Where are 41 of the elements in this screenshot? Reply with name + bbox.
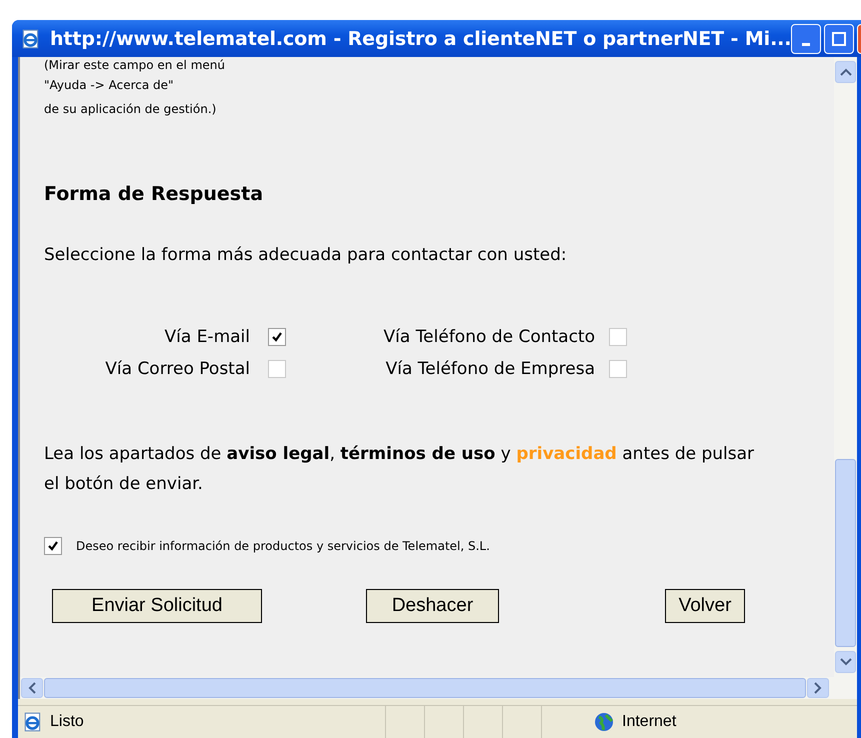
up-chevron-icon	[840, 68, 852, 76]
down-chevron-icon	[840, 658, 852, 666]
left-chevron-icon	[28, 682, 36, 694]
option-label: Vía Teléfono de Contacto	[382, 327, 595, 347]
minimize-icon	[802, 43, 810, 46]
option-label: Vía E-mail	[164, 327, 250, 347]
status-text: Listo	[50, 713, 85, 731]
window-title: http://www.telematel.com - Registro a clienteNET o partnerNET - Mi...	[50, 28, 792, 50]
minimize-button[interactable]	[791, 24, 822, 54]
instruction-text: "Ayuda -> Acerca de"	[44, 77, 175, 94]
checkbox[interactable]	[268, 328, 286, 346]
globe-icon	[594, 712, 614, 732]
maximize-icon	[832, 32, 846, 46]
right-chevron-icon	[814, 682, 822, 694]
vertical-scrollbar[interactable]	[834, 57, 857, 677]
prompt-text: Seleccione la forma más adecuada para contactar con usted:	[44, 245, 568, 265]
scroll-right-button[interactable]	[807, 678, 829, 698]
checkbox[interactable]	[268, 360, 286, 378]
newsletter-label: Deseo recibir información de productos y servicios de Telematel, S.L.	[76, 539, 490, 553]
instruction-text: de su aplicación de gestión.)	[44, 101, 218, 118]
horizontal-scrollbar[interactable]	[18, 677, 857, 699]
scroll-down-button[interactable]	[835, 651, 856, 673]
instruction-text: (Mirar este campo en el menú	[44, 57, 226, 73]
checkbox[interactable]	[44, 537, 62, 555]
scroll-up-button[interactable]	[835, 61, 856, 83]
section-heading: Forma de Respuesta	[44, 183, 264, 205]
scroll-thumb[interactable]	[44, 678, 806, 698]
option-label: Vía Teléfono de Empresa	[384, 359, 595, 379]
scroll-thumb[interactable]	[835, 459, 856, 647]
checkmark-icon	[271, 331, 283, 343]
security-zone-label: Internet	[622, 713, 676, 731]
checkmark-icon	[47, 540, 59, 552]
checkbox[interactable]	[609, 360, 627, 378]
scroll-left-button[interactable]	[21, 678, 43, 698]
maximize-button[interactable]	[824, 24, 854, 54]
form-button[interactable]: Deshacer	[366, 589, 499, 623]
checkbox[interactable]	[609, 328, 627, 346]
legal-notice-text: Lea los apartados de aviso legal, términos de uso y privacidad antes de pulsar el botón de enviar.	[44, 443, 756, 496]
form-button[interactable]: Volver	[665, 589, 745, 623]
option-label: Vía Correo Postal	[104, 359, 250, 379]
form-button[interactable]: Enviar Solicitud	[52, 589, 262, 623]
